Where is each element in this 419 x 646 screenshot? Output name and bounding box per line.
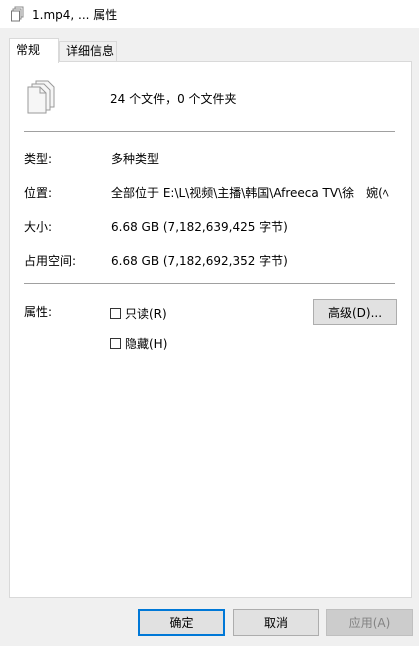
- tab-general[interactable]: 常规: [9, 38, 59, 63]
- type-label: 类型:: [24, 152, 53, 166]
- size-on-disk-label: 占用空间:: [24, 254, 77, 268]
- type-value: 多种类型: [111, 152, 160, 166]
- attributes-label: 属性:: [24, 305, 53, 319]
- readonly-label: 只读(R): [125, 307, 167, 321]
- title-bar: 1.mp4, ... 属性: [0, 0, 419, 28]
- checkbox-box[interactable]: [110, 338, 121, 349]
- window-title: 1.mp4, ... 属性: [32, 8, 118, 22]
- hidden-checkbox[interactable]: 隐藏(H): [110, 335, 167, 352]
- size-label: 大小:: [24, 220, 53, 234]
- divider: [24, 283, 395, 284]
- size-on-disk-value: 6.68 GB (7,182,692,352 字节): [111, 254, 288, 268]
- apply-button[interactable]: 应用(A): [326, 609, 413, 636]
- location-value: 全部位于 E:\L\视频\主播\韩国\Afreeca TV\徐 婉(ﾍ: [111, 186, 389, 200]
- hidden-label: 隐藏(H): [125, 337, 168, 351]
- cancel-button[interactable]: 取消: [233, 609, 319, 636]
- tab-details[interactable]: 详细信息: [59, 41, 117, 62]
- selection-summary: 24 个文件，0 个文件夹: [110, 92, 237, 106]
- checkbox-box[interactable]: [110, 308, 121, 319]
- general-panel: 24 个文件，0 个文件夹 类型: 多种类型 位置: 全部位于 E:\L\视频\…: [9, 61, 412, 598]
- readonly-checkbox[interactable]: 只读(R): [110, 305, 167, 322]
- advanced-button[interactable]: 高级(D)...: [313, 299, 397, 325]
- files-icon: [11, 6, 24, 22]
- location-label: 位置:: [24, 186, 53, 200]
- size-value: 6.68 GB (7,182,639,425 字节): [111, 220, 288, 234]
- divider: [24, 131, 395, 132]
- ok-button[interactable]: 确定: [138, 609, 225, 636]
- multiple-files-icon: [27, 80, 55, 114]
